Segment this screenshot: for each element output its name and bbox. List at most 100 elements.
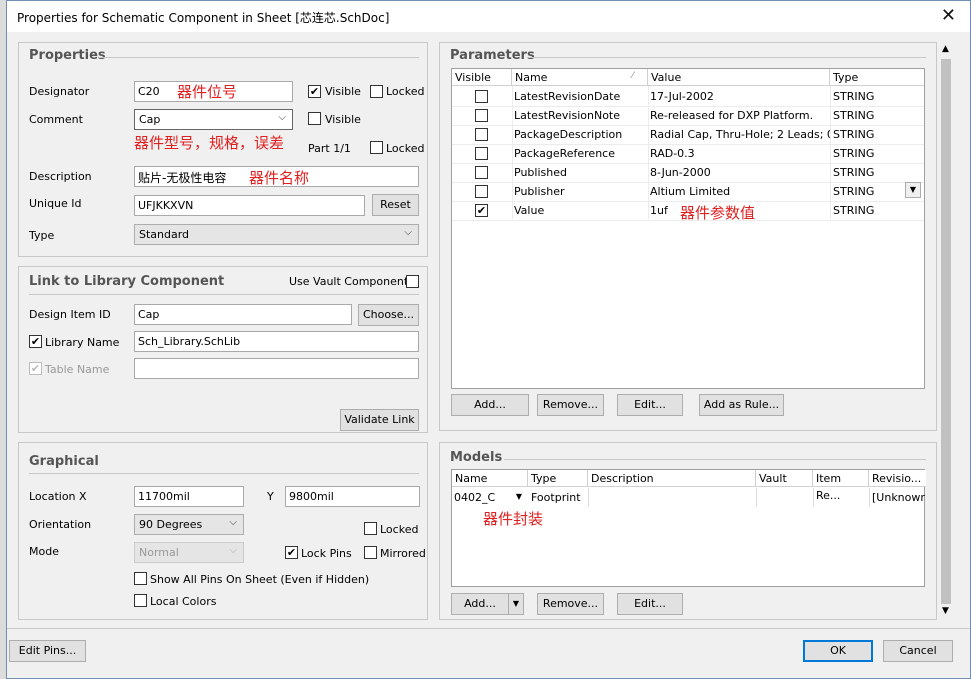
model-add-button[interactable]: Add... [451, 593, 509, 615]
scroll-down-icon[interactable]: ▼ [942, 606, 949, 616]
param-name[interactable]: LatestRevisionNote [514, 106, 646, 125]
param-add-button[interactable]: Add... [451, 394, 529, 416]
param-type[interactable]: STRING [833, 125, 913, 144]
model-remove-button[interactable]: Remove... [537, 593, 604, 615]
param-type[interactable]: STRING [833, 163, 913, 182]
param-visible-checkbox[interactable] [475, 128, 488, 141]
orientation-select[interactable]: 90 Degrees ⌵ [134, 514, 244, 535]
model-row-name[interactable]: 0402_C [454, 488, 509, 507]
properties-divider [99, 57, 419, 58]
model-row-sep [588, 488, 589, 507]
model-col-type[interactable]: Type [528, 470, 588, 487]
scroll-up-icon[interactable]: ▲ [942, 44, 949, 54]
param-name[interactable]: PackageReference [514, 144, 646, 163]
model-col-item[interactable]: Item Re... [813, 470, 869, 502]
close-icon[interactable]: ✕ [941, 5, 956, 26]
comment-combobox[interactable]: Cap ⌵ [134, 109, 293, 130]
table-name-input[interactable] [134, 358, 419, 379]
dialog-title: Properties for Schematic Component in Sh… [17, 11, 390, 25]
lock-pins-checkbox[interactable]: ✔ [285, 546, 298, 559]
param-name[interactable]: Published [514, 163, 646, 182]
model-add-dropdown[interactable]: ▼ [508, 593, 524, 615]
param-name[interactable]: Value [514, 201, 646, 220]
param-type[interactable]: STRING [833, 201, 913, 220]
comment-value: Cap [139, 113, 161, 126]
param-type[interactable]: STRING [833, 144, 913, 163]
param-value[interactable]: 8-Jun-2000 [650, 163, 830, 182]
properties-panel: Properties Designator C20 器件位号 ✔ Visible… [18, 42, 428, 257]
col-visible[interactable]: Visible [452, 69, 512, 86]
ok-button[interactable]: OK [803, 640, 873, 662]
param-visible-checkbox[interactable] [475, 185, 488, 198]
local-colors-checkbox[interactable] [134, 594, 147, 607]
comment-locked-checkbox[interactable] [370, 141, 383, 154]
type-select[interactable]: Standard ⌵ [134, 224, 419, 245]
use-vault-label: Use Vault Component [289, 275, 409, 288]
param-value[interactable]: 17-Jul-2002 [650, 87, 830, 106]
param-value[interactable]: Re-released for DXP Platform. [650, 106, 830, 125]
location-x-input[interactable]: 11700mil [134, 486, 244, 507]
comment-visible-checkbox[interactable] [308, 112, 321, 125]
published-dropdown-button[interactable]: ▼ [905, 182, 921, 198]
param-add-rule-button[interactable]: Add as Rule... [699, 394, 784, 416]
param-visible-checkbox[interactable]: ✔ [475, 204, 488, 217]
model-name-dropdown[interactable]: ▼ [512, 490, 526, 506]
param-col-separator [830, 86, 831, 219]
mode-select[interactable]: Normal ⌵ [134, 542, 244, 563]
reset-button[interactable]: Reset [372, 194, 419, 216]
param-value[interactable]: Radial Cap, Thru-Hole; 2 Leads; 0.3 [650, 125, 830, 144]
library-name-checkbox[interactable]: ✔ [29, 335, 42, 348]
param-name[interactable]: PackageDescription [514, 125, 646, 144]
library-name-input[interactable]: Sch_Library.SchLib [134, 331, 419, 352]
model-edit-button[interactable]: Edit... [617, 593, 683, 615]
model-col-name[interactable]: Name [452, 470, 528, 487]
show-all-pins-checkbox[interactable] [134, 572, 147, 585]
show-all-pins-label: Show All Pins On Sheet (Even if Hidden) [150, 573, 370, 586]
unique-id-input[interactable]: UFJKKXVN [134, 195, 365, 216]
col-type[interactable]: Type [830, 69, 924, 86]
param-value[interactable]: RAD-0.3 [650, 144, 830, 163]
designator-locked-checkbox[interactable] [370, 85, 383, 98]
use-vault-checkbox[interactable] [406, 275, 419, 288]
model-row-revision: [Unknowr [872, 491, 925, 504]
cancel-button[interactable]: Cancel [883, 640, 953, 662]
param-value[interactable]: Altium Limited [650, 182, 830, 201]
mode-value: Normal [139, 546, 179, 559]
choose-button[interactable]: Choose... [358, 304, 419, 326]
type-value: Standard [139, 228, 190, 241]
col-name[interactable]: Name [512, 69, 648, 86]
chevron-down-icon: ⌵ [278, 112, 286, 123]
model-col-vault[interactable]: Vault [756, 470, 813, 487]
graphical-locked-checkbox[interactable] [364, 522, 377, 535]
chevron-down-icon: ⌵ [404, 227, 412, 238]
dialog-scrollbar[interactable]: ▲ ▼ [938, 42, 954, 620]
table-name-checkbox[interactable]: ✔ [29, 362, 42, 375]
param-name[interactable]: LatestRevisionDate [514, 87, 646, 106]
validate-link-button[interactable]: Validate Link [340, 409, 419, 431]
param-edit-button[interactable]: Edit... [617, 394, 683, 416]
param-visible-checkbox[interactable] [475, 109, 488, 122]
mirrored-checkbox[interactable] [364, 546, 377, 559]
param-visible-checkbox[interactable] [475, 166, 488, 179]
param-type[interactable]: STRING [833, 87, 913, 106]
parameters-header: Parameters [450, 48, 535, 63]
param-type[interactable]: STRING [833, 182, 913, 201]
model-col-description[interactable]: Description [588, 470, 756, 487]
param-name[interactable]: Publisher [514, 182, 646, 201]
param-visible-checkbox[interactable] [475, 90, 488, 103]
model-col-revision[interactable]: Revisio... [869, 470, 926, 487]
design-item-input[interactable]: Cap [134, 304, 352, 325]
param-type[interactable]: STRING [833, 106, 913, 125]
edit-pins-button[interactable]: Edit Pins... [9, 640, 86, 662]
param-remove-button[interactable]: Remove... [537, 394, 604, 416]
link-library-panel: Link to Library Component Use Vault Comp… [18, 266, 428, 433]
models-divider [504, 459, 926, 460]
scrollbar-thumb[interactable] [941, 59, 951, 604]
description-label: Description [29, 170, 92, 183]
param-visible-checkbox[interactable] [475, 147, 488, 160]
library-name-label: Library Name [45, 336, 120, 349]
location-y-input[interactable]: 9800mil [285, 486, 420, 507]
col-value[interactable]: Value [648, 69, 830, 86]
designator-visible-checkbox[interactable]: ✔ [308, 85, 321, 98]
type-label: Type [29, 229, 55, 242]
